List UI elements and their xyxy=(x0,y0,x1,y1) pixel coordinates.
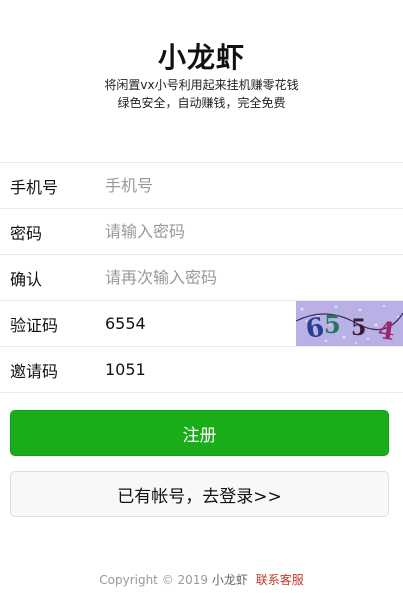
subtitle-line-1: 将闲置vx小号利用起来挂机赚零花钱 xyxy=(104,78,299,92)
confirm-password-input[interactable] xyxy=(105,262,403,293)
invite-code-input[interactable] xyxy=(105,354,403,385)
copyright-text: Copyright © 2019 xyxy=(99,573,209,587)
app-title: 小龙虾 xyxy=(157,41,245,74)
invite-row: 邀请码 xyxy=(0,347,403,393)
go-login-button[interactable]: 已有帐号，去登录>> xyxy=(10,471,389,517)
captcha-image[interactable]: 6 5 5 4 xyxy=(296,301,403,346)
captcha-char: 5 xyxy=(324,310,341,339)
register-form: 手机号 密码 确认 验证码 xyxy=(0,162,403,393)
invite-label: 邀请码 xyxy=(10,361,59,381)
contact-support-link[interactable]: 联系客服 xyxy=(256,573,304,587)
captcha-label: 验证码 xyxy=(10,315,59,335)
password-label: 密码 xyxy=(10,223,43,243)
phone-label: 手机号 xyxy=(10,177,59,197)
password-input[interactable] xyxy=(105,216,403,247)
header: 小龙虾 将闲置vx小号利用起来挂机赚零花钱 绿色安全，自动赚钱，完全免费 xyxy=(0,0,403,112)
register-button[interactable]: 注册 xyxy=(10,410,389,456)
captcha-char: 5 xyxy=(351,315,366,341)
footer-brand: 小龙虾 xyxy=(211,573,248,587)
confirm-label: 确认 xyxy=(10,269,43,289)
phone-input[interactable] xyxy=(105,170,403,201)
phone-row: 手机号 xyxy=(0,163,403,209)
footer: Copyright © 2019 小龙虾 联系客服 xyxy=(0,571,403,588)
captcha-row: 验证码 6 5 5 4 xyxy=(0,301,403,347)
password-row: 密码 xyxy=(0,209,403,255)
confirm-row: 确认 xyxy=(0,255,403,301)
subtitle-line-2: 绿色安全，自动赚钱，完全免费 xyxy=(117,96,286,110)
